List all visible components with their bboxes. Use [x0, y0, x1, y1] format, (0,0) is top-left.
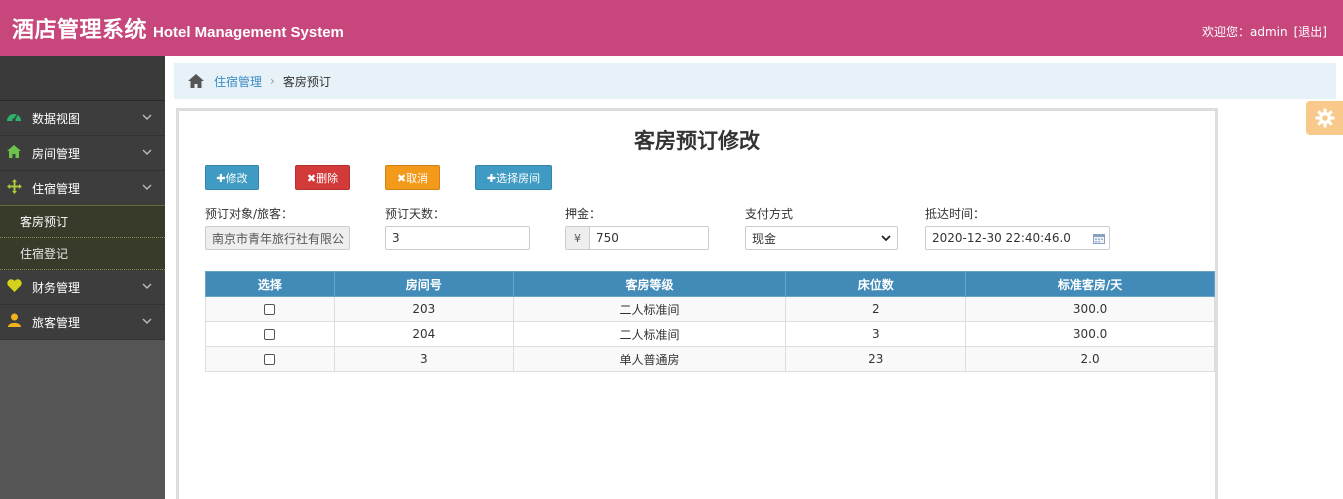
chevron-down-icon	[881, 235, 891, 242]
row-checkbox[interactable]	[264, 304, 276, 315]
col-header-room-no: 房间号	[333, 271, 514, 297]
sidebar: 数据视图 房间管理 住宿管理 客房预订 住宿登记 财务管理 旅客管理	[0, 56, 165, 499]
deposit-value: 750	[596, 231, 619, 245]
settings-button[interactable]	[1306, 101, 1343, 135]
select-room-button[interactable]: ✚选择房间	[475, 165, 552, 190]
room-table: 选择 房间号 客房等级 床位数 标准客房/天 203 二人标准间 2 300.0…	[205, 271, 1215, 372]
guest-field[interactable]: 南京市青年旅行社有限公	[205, 226, 350, 250]
calendar-icon[interactable]	[1093, 233, 1105, 244]
guest-label: 预订对象/旅客：	[205, 207, 294, 221]
delete-button[interactable]: ✖删除	[295, 165, 350, 190]
edit-button[interactable]: ✚修改	[205, 165, 259, 190]
dashboard-icon	[6, 109, 22, 127]
payment-method-select[interactable]: 现金	[745, 226, 898, 250]
logout-link[interactable]: [退出]	[1294, 23, 1327, 40]
deposit-label: 押金：	[565, 207, 602, 221]
breadcrumb-current: 客房预订	[282, 74, 331, 89]
sidebar-top	[0, 56, 165, 101]
col-header-price: 标准客房/天	[965, 271, 1215, 297]
row-select-cell	[205, 346, 335, 372]
price-cell: 300.0	[965, 296, 1215, 322]
sidebar-item-label: 房间管理	[32, 146, 81, 161]
welcome-text: 欢迎您：admin	[1202, 25, 1288, 39]
cancel-button[interactable]: ✖取消	[385, 165, 440, 190]
days-input[interactable]: 3	[385, 226, 530, 250]
breadcrumb-parent-link[interactable]: 住宿管理	[214, 73, 262, 90]
gear-icon	[1315, 108, 1334, 128]
grade-cell: 二人标准间	[512, 321, 787, 347]
sidebar-item-label: 住宿管理	[32, 181, 81, 196]
beds-cell: 23	[785, 346, 967, 372]
grade-cell: 单人普通房	[512, 346, 787, 372]
price-cell: 300.0	[965, 321, 1215, 347]
home-icon[interactable]	[188, 74, 204, 88]
arrival-time-input[interactable]: 2020-12-30 22:40:46.0	[925, 226, 1110, 250]
days-label: 预订天数：	[385, 207, 446, 221]
app-title-en: Hotel Management System	[153, 24, 344, 41]
user-area: 欢迎您：admin [退出]	[1202, 23, 1327, 40]
currency-addon: ¥	[566, 227, 590, 249]
grade-cell: 二人标准间	[512, 296, 787, 322]
chevron-down-icon	[142, 114, 152, 120]
sidebar-item-label: 数据视图	[32, 111, 81, 126]
deposit-input[interactable]: ¥ 750	[565, 226, 709, 250]
booking-edit-panel: 客房预订修改 ✚修改 ✖删除 ✖取消 ✚选择房间 预订对象/旅客： 预订天数： …	[176, 108, 1218, 499]
sidebar-item-label: 财务管理	[32, 280, 81, 295]
table-row[interactable]: 3 单人普通房 23 2.0	[205, 346, 1215, 372]
row-select-cell	[205, 321, 335, 347]
table-header-row: 选择 房间号 客房等级 床位数 标准客房/天	[205, 271, 1215, 297]
table-row[interactable]: 203 二人标准间 2 300.0	[205, 296, 1215, 322]
move-icon	[6, 178, 22, 198]
payment-method-label: 支付方式	[745, 207, 794, 221]
chevron-down-icon	[142, 318, 152, 324]
row-checkbox[interactable]	[264, 354, 276, 365]
price-cell: 2.0	[965, 346, 1215, 372]
sidebar-subitem-check-in[interactable]: 住宿登记	[0, 238, 165, 270]
sidebar-item-data-view[interactable]: 数据视图	[0, 101, 165, 136]
home-icon	[6, 144, 22, 162]
brand: 酒店管理系统 Hotel Management System	[12, 12, 344, 44]
user-icon	[6, 313, 22, 331]
room-no-cell: 203	[333, 296, 514, 322]
page-title: 客房预订修改	[634, 129, 760, 153]
chevron-down-icon	[142, 149, 152, 155]
sidebar-item-lodging-management[interactable]: 住宿管理	[0, 171, 165, 206]
sidebar-item-finance-management[interactable]: 财务管理	[0, 270, 165, 305]
breadcrumb: 住宿管理 › 客房预订	[174, 63, 1336, 99]
chevron-down-icon	[142, 184, 152, 190]
arrival-time-value: 2020-12-30 22:40:46.0	[932, 231, 1071, 245]
col-header-select: 选择	[205, 271, 335, 297]
arrival-time-label: 抵达时间：	[925, 207, 986, 221]
payment-method-value: 现金	[752, 231, 777, 246]
sidebar-item-guest-management[interactable]: 旅客管理	[0, 305, 165, 340]
chevron-down-icon	[142, 283, 152, 289]
breadcrumb-separator-icon: ›	[270, 74, 275, 88]
row-checkbox[interactable]	[264, 329, 276, 340]
room-no-cell: 3	[333, 346, 514, 372]
room-no-cell: 204	[333, 321, 514, 347]
table-row[interactable]: 204 二人标准间 3 300.0	[205, 321, 1215, 347]
col-header-beds: 床位数	[785, 271, 967, 297]
row-select-cell	[205, 296, 335, 322]
sidebar-item-room-management[interactable]: 房间管理	[0, 136, 165, 171]
sidebar-item-label: 旅客管理	[32, 315, 81, 330]
sidebar-subitem-room-booking[interactable]: 客房预订	[0, 206, 165, 238]
beds-cell: 3	[785, 321, 967, 347]
app-header: 酒店管理系统 Hotel Management System 欢迎您：admin…	[0, 0, 1343, 56]
col-header-grade: 客房等级	[512, 271, 787, 297]
app-title-cn: 酒店管理系统	[12, 18, 148, 43]
beds-cell: 2	[785, 296, 967, 322]
heart-icon	[6, 278, 22, 296]
